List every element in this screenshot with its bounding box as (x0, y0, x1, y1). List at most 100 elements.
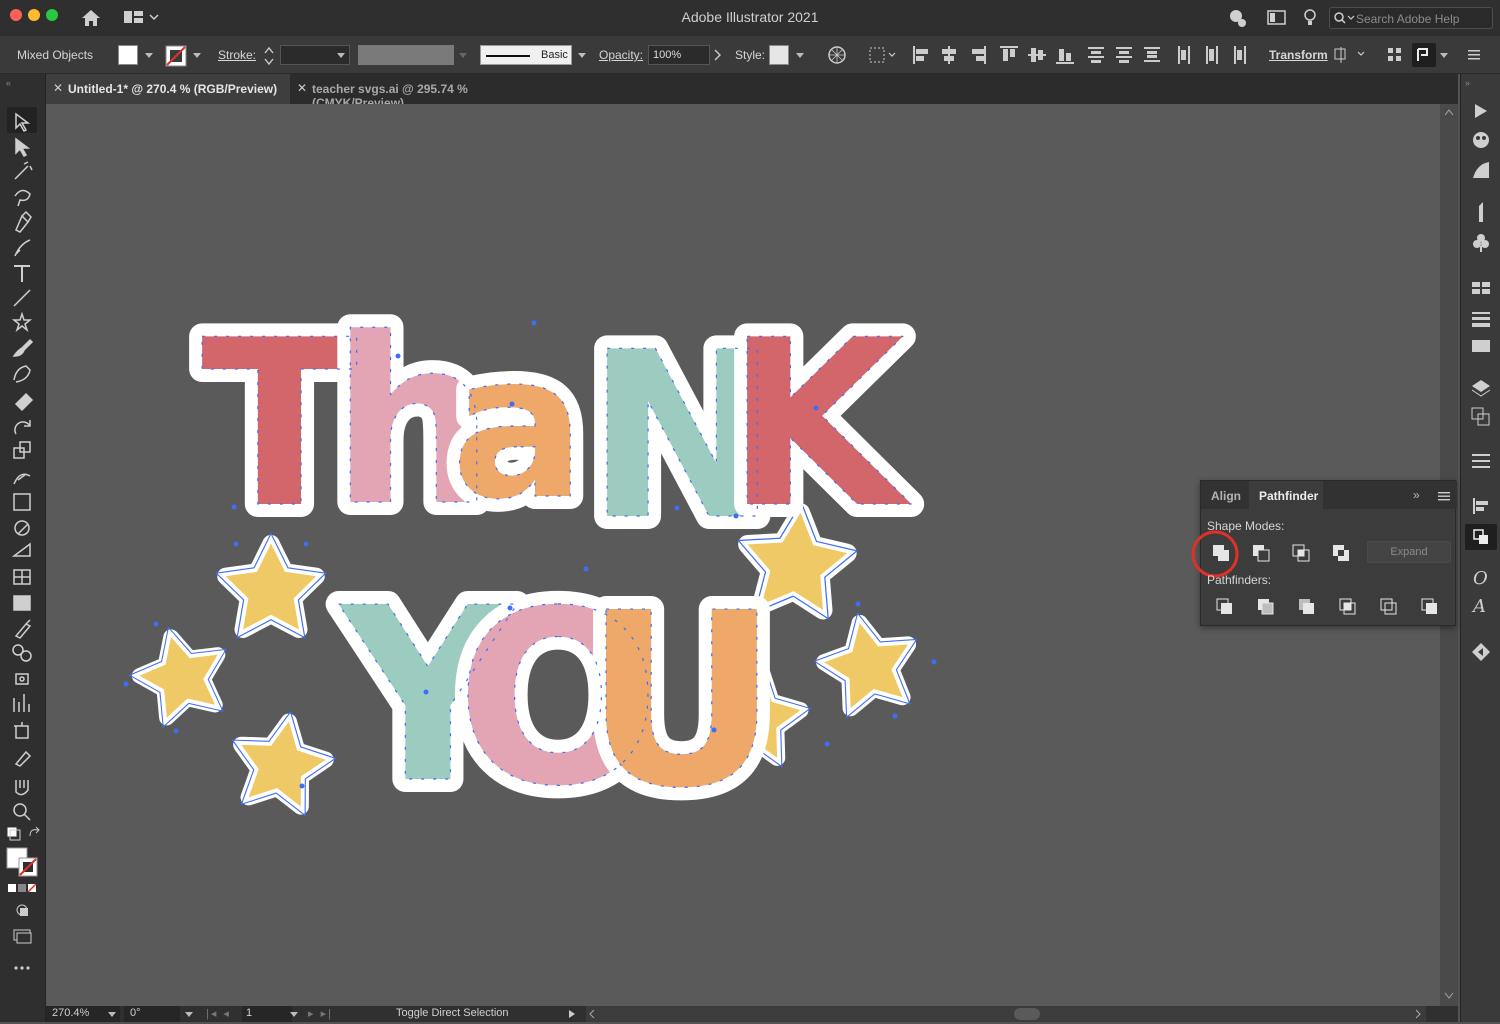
chevron-down-icon[interactable] (796, 53, 804, 58)
align-panel-icon (1473, 498, 1475, 514)
chevron-down-icon[interactable] (1440, 53, 1448, 58)
scroll-thumb[interactable] (1014, 1008, 1040, 1020)
stroke-weight-stepper[interactable] (262, 45, 276, 67)
scroll-up-icon[interactable] (1444, 108, 1454, 116)
pathfinder-dock-button[interactable] (1465, 524, 1497, 550)
snap-to-pixel-button[interactable] (1412, 43, 1436, 67)
expand-button[interactable]: Expand (1367, 541, 1451, 563)
scale-tool-icon (13, 447, 25, 459)
search-icon (1334, 12, 1355, 24)
star-tool-icon (11, 311, 33, 333)
pen-tool-icon (15, 210, 32, 233)
width-tool-icon (13, 473, 31, 485)
search-box[interactable]: Search Adobe Help (1329, 7, 1493, 29)
current-tool-hint: Toggle Direct Selection (396, 1007, 509, 1019)
tab-pathfinder[interactable]: Pathfinder (1259, 489, 1318, 503)
scroll-right-icon[interactable] (1414, 1009, 1422, 1019)
flip-transform-icon[interactable] (1332, 45, 1368, 65)
glyphs-icon[interactable]: A (1473, 596, 1486, 617)
divide-icon[interactable] (1215, 597, 1235, 617)
close-tab-icon[interactable]: ✕ (53, 81, 63, 95)
svg-text:U: U (584, 561, 779, 841)
eraser-tool-icon (14, 392, 34, 412)
discover-lightbulb-icon[interactable] (1302, 8, 1318, 28)
graphic-style-swatch[interactable] (769, 45, 789, 65)
chevron-down-icon[interactable] (193, 53, 201, 58)
distribute-icons[interactable] (1176, 44, 1252, 66)
chevron-right-icon[interactable] (712, 48, 724, 62)
pathfinders-label: Pathfinders: (1207, 573, 1272, 587)
status-menu-arrow-icon[interactable] (567, 1009, 577, 1019)
color-controls[interactable] (4, 826, 44, 986)
opacity-field[interactable]: 100% (648, 45, 710, 65)
rotation-field[interactable]: 0° (124, 1006, 180, 1022)
scroll-left-icon[interactable] (588, 1009, 596, 1019)
horizontal-scrollbar[interactable] (586, 1006, 1426, 1022)
panel-menu-icon[interactable] (1466, 48, 1482, 62)
transform-link[interactable]: Transform (1269, 48, 1328, 62)
properties-icon (1472, 454, 1490, 456)
color-mode-icon (8, 884, 16, 892)
merge-icon[interactable] (1297, 597, 1317, 617)
artboard-number-field[interactable]: 1 (242, 1006, 292, 1022)
highlight-circle-annotation (1191, 530, 1239, 578)
direct-selection-tool-icon (15, 137, 31, 157)
variable-width-profile[interactable] (358, 45, 454, 65)
opacity-label[interactable]: Opacity: (599, 48, 643, 62)
opentype-icon[interactable]: O (1473, 568, 1488, 589)
search-placeholder: Search Adobe Help (1356, 12, 1460, 26)
brush-stroke-preview (486, 55, 530, 57)
chevron-down-icon[interactable] (185, 1012, 193, 1017)
symbol-sprayer-tool-icon (15, 673, 29, 685)
chevron-down-icon[interactable] (145, 53, 153, 58)
intersect-icon[interactable] (1291, 543, 1311, 563)
recolor-artwork-icon[interactable] (826, 44, 848, 66)
you-selection-path: Y O U (337, 555, 779, 841)
close-tab-icon[interactable]: ✕ (297, 81, 307, 95)
selection-tool-icon (15, 112, 31, 132)
trim-icon[interactable] (1256, 597, 1276, 617)
outline-icon[interactable] (1379, 597, 1399, 617)
collapse-panel-icon[interactable]: « (6, 78, 11, 88)
chevron-down-icon[interactable] (337, 53, 345, 58)
color-guide-icon (1473, 132, 1489, 148)
chevron-down-icon[interactable] (578, 53, 586, 58)
brush-definition-dropdown[interactable]: Basic (480, 45, 572, 65)
graph-tool-icon (13, 694, 30, 712)
perspective-grid-tool-icon (11, 542, 31, 557)
svg-text:K: K (726, 292, 912, 559)
tab-teacher-svgs[interactable]: ✕ teacher svgs.ai @ 295.74 % (CMYK/Previ… (290, 74, 558, 110)
tab-align[interactable]: Align (1211, 489, 1241, 503)
crop-icon[interactable] (1338, 597, 1358, 617)
fill-swatch[interactable] (118, 45, 138, 65)
snap-icon (1417, 48, 1428, 61)
pathfinder-panel: Align Pathfinder » Shape Modes: Expand P… (1191, 480, 1457, 626)
rotation-value: 0° (130, 1007, 141, 1019)
artboard-prev-icons[interactable]: |◂ ◂ (206, 1007, 231, 1020)
artboard-tool-icon (15, 725, 29, 739)
collapse-panel-icon[interactable]: » (1413, 488, 1420, 502)
minus-front-icon[interactable] (1251, 543, 1271, 563)
align-distribute-icons[interactable] (912, 44, 1168, 66)
stroke-label[interactable]: Stroke: (218, 48, 256, 62)
expand-panels-icon[interactable]: » (1465, 78, 1470, 88)
minus-back-icon[interactable] (1420, 597, 1440, 617)
libraries-icon[interactable] (1471, 642, 1491, 662)
chevron-down-icon[interactable] (290, 1012, 298, 1017)
stroke-none-swatch[interactable] (165, 45, 187, 67)
chevron-down-icon[interactable] (108, 1012, 116, 1017)
arrange-documents-icon[interactable] (1267, 9, 1287, 27)
account-icon[interactable] (1227, 8, 1247, 28)
align-to-selection-icon[interactable] (868, 46, 898, 64)
tab-untitled-1[interactable]: ✕ Untitled-1* @ 270.4 % (RGB/Preview) (46, 74, 290, 104)
selection-type-label: Mixed Objects (17, 48, 94, 62)
exclude-icon[interactable] (1331, 543, 1351, 563)
free-transform-tool-icon (13, 493, 31, 511)
color-icon (1473, 162, 1489, 178)
artboard-next-icons[interactable]: ▸ ▸| (308, 1007, 333, 1020)
panel-menu-icon[interactable] (1437, 491, 1451, 501)
tools-panel: « (0, 74, 46, 1022)
default-colors-icon (6, 826, 18, 838)
isolate-group-icon[interactable] (1386, 46, 1404, 64)
scroll-down-icon[interactable] (1444, 992, 1454, 1000)
